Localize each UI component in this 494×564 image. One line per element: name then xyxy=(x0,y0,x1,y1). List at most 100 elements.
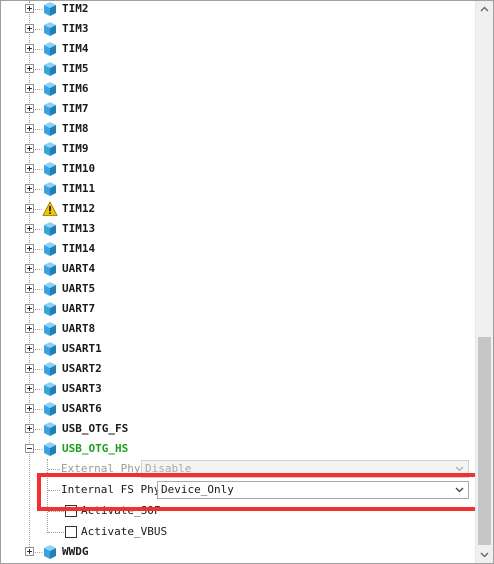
expand-icon[interactable] xyxy=(25,224,34,233)
peripheral-cube-icon xyxy=(42,421,58,437)
peripheral-cube-icon xyxy=(42,361,58,377)
tree-item-usart6[interactable]: USART6 xyxy=(1,399,475,419)
peripheral-cube-icon xyxy=(42,441,58,457)
peripheral-cube-icon xyxy=(42,544,58,560)
tree-item-usb-otg-fs[interactable]: USB_OTG_FS xyxy=(1,419,475,439)
tree-item-tim14[interactable]: TIM14 xyxy=(1,239,475,259)
expand-icon[interactable] xyxy=(25,304,34,313)
expand-icon[interactable] xyxy=(25,324,34,333)
peripheral-cube-icon xyxy=(42,101,58,117)
tree-item-label: WWDG xyxy=(62,545,89,558)
expand-icon[interactable] xyxy=(25,124,34,133)
tree-item-uart5[interactable]: UART5 xyxy=(1,279,475,299)
tree-item-tim3[interactable]: TIM3 xyxy=(1,19,475,39)
expand-icon[interactable] xyxy=(25,24,34,33)
peripheral-cube-icon xyxy=(42,21,58,37)
tree-item-label: TIM14 xyxy=(62,242,96,255)
expand-icon[interactable] xyxy=(25,204,34,213)
peripheral-cube-icon xyxy=(42,61,58,77)
warning-triangle-icon xyxy=(42,201,58,217)
peripheral-tree-panel: TIM2 TIM3 TIM4 TIM5 TIM6 TIM7 TIM8 TIM9 TIM10 TIM… xyxy=(0,0,494,564)
tree-item-tim4[interactable]: TIM4 xyxy=(1,39,475,59)
tree-item-tim2[interactable]: TIM2 xyxy=(1,1,475,19)
tree-item-tim8[interactable]: TIM8 xyxy=(1,119,475,139)
tree-item-label: USART6 xyxy=(62,402,102,415)
tree-item-usb-otg-hs[interactable]: USB_OTG_HS xyxy=(1,439,475,459)
expand-icon[interactable] xyxy=(25,424,34,433)
peripheral-cube-icon xyxy=(42,181,58,197)
expand-icon[interactable] xyxy=(25,104,34,113)
expand-icon[interactable] xyxy=(25,4,34,13)
tree-item-tim5[interactable]: TIM5 xyxy=(1,59,475,79)
expand-icon[interactable] xyxy=(25,364,34,373)
tree-item-label: TIM13 xyxy=(62,222,96,235)
expand-icon[interactable] xyxy=(25,84,34,93)
tree-item-label: TIM12 xyxy=(62,202,96,215)
scroll-down-arrow-icon[interactable] xyxy=(476,546,493,563)
expand-icon[interactable] xyxy=(25,284,34,293)
tree-item-tim6[interactable]: TIM6 xyxy=(1,79,475,99)
peripheral-cube-icon xyxy=(42,81,58,97)
tree-item-uart8[interactable]: UART8 xyxy=(1,319,475,339)
tree-item-tim13[interactable]: TIM13 xyxy=(1,219,475,239)
tree-item-usart1[interactable]: USART1 xyxy=(1,339,475,359)
peripheral-cube-icon xyxy=(42,141,58,157)
peripheral-cube-icon xyxy=(42,281,58,297)
expand-icon[interactable] xyxy=(25,44,34,53)
highlight-annotation-box xyxy=(37,473,485,511)
tree-item-label: TIM11 xyxy=(62,182,96,195)
peripheral-cube-icon xyxy=(42,221,58,237)
tree-item-tim10[interactable]: TIM10 xyxy=(1,159,475,179)
peripheral-cube-icon xyxy=(42,241,58,257)
activate-vbus-checkbox[interactable] xyxy=(65,526,77,538)
expand-icon[interactable] xyxy=(25,547,34,556)
expand-icon[interactable] xyxy=(25,404,34,413)
tree-item-label: USB_OTG_FS xyxy=(62,422,129,435)
tree-item-label: TIM7 xyxy=(62,102,89,115)
collapse-icon[interactable] xyxy=(25,444,34,453)
expand-icon[interactable] xyxy=(25,184,34,193)
tree-item-tim12[interactable]: TIM12 xyxy=(1,199,475,219)
tree-item-usart2[interactable]: USART2 xyxy=(1,359,475,379)
tree-item-uart7[interactable]: UART7 xyxy=(1,299,475,319)
tree-item-uart4[interactable]: UART4 xyxy=(1,259,475,279)
peripheral-cube-icon xyxy=(42,41,58,57)
scrollbar-thumb[interactable] xyxy=(478,337,491,545)
tree-item-label: TIM4 xyxy=(62,42,89,55)
expand-icon[interactable] xyxy=(25,164,34,173)
peripheral-cube-icon xyxy=(42,301,58,317)
expand-icon[interactable] xyxy=(25,64,34,73)
tree-item-label: TIM2 xyxy=(62,2,89,15)
expand-icon[interactable] xyxy=(25,384,34,393)
tree-item-wwdg[interactable]: WWDG xyxy=(1,542,475,562)
tree-item-usart3[interactable]: USART3 xyxy=(1,379,475,399)
tree-item-label: USART1 xyxy=(62,342,102,355)
expand-icon[interactable] xyxy=(25,344,34,353)
tree-item-label: TIM5 xyxy=(62,62,89,75)
peripheral-cube-icon xyxy=(42,161,58,177)
tree-item-label: TIM3 xyxy=(62,22,89,35)
tree-item-label: UART5 xyxy=(62,282,96,295)
expand-icon[interactable] xyxy=(25,144,34,153)
tree-item-label: USART2 xyxy=(62,362,102,375)
tree-item-tim11[interactable]: TIM11 xyxy=(1,179,475,199)
expand-icon[interactable] xyxy=(25,264,34,273)
tree-item-label: TIM8 xyxy=(62,122,89,135)
tree-item-tim9[interactable]: TIM9 xyxy=(1,139,475,159)
tree-item-label: USART3 xyxy=(62,382,102,395)
peripheral-cube-icon xyxy=(42,261,58,277)
peripheral-cube-icon xyxy=(42,341,58,357)
tree-item-label: UART7 xyxy=(62,302,96,315)
peripheral-cube-icon xyxy=(42,1,58,17)
tree-item-label: TIM9 xyxy=(62,142,89,155)
tree-item-label: UART4 xyxy=(62,262,96,275)
scroll-up-arrow-icon[interactable] xyxy=(476,1,493,18)
tree-item-label: TIM10 xyxy=(62,162,96,175)
expand-icon[interactable] xyxy=(25,244,34,253)
peripheral-cube-icon xyxy=(42,401,58,417)
tree-item-label: UART8 xyxy=(62,322,96,335)
tree-item-label: USB_OTG_HS xyxy=(62,442,129,455)
vertical-scrollbar[interactable] xyxy=(475,1,493,563)
tree-item-tim7[interactable]: TIM7 xyxy=(1,99,475,119)
peripheral-cube-icon xyxy=(42,381,58,397)
